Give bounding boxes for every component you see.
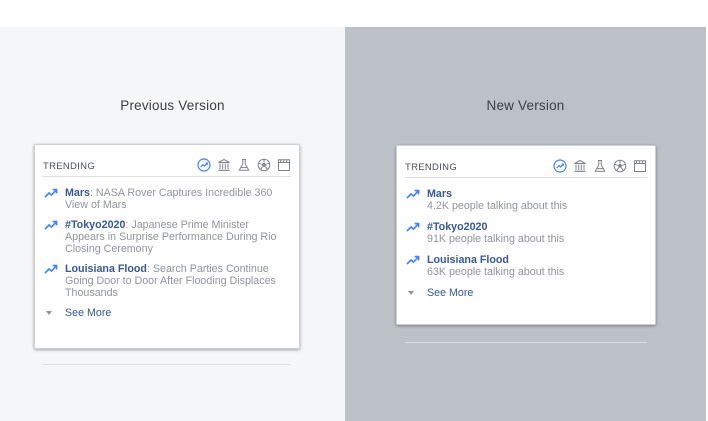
- entertainment-icon[interactable]: [276, 157, 291, 172]
- new-version-title: New Version: [486, 98, 565, 113]
- trending-arrow-icon: [44, 188, 58, 198]
- trending-headline: : NASA Rover Captures Incredible 360 Vie…: [65, 187, 273, 211]
- trending-label: TRENDING: [405, 162, 458, 173]
- trending-icon[interactable]: [196, 157, 211, 172]
- see-more-label: See More: [427, 287, 474, 299]
- card-divider: [43, 364, 291, 365]
- trending-card-previous: TRENDING Mars: NASA Rover Captures Incre…: [34, 144, 300, 365]
- science-icon[interactable]: [236, 157, 251, 172]
- trending-card-new: TRENDING Mars 4.2K people talking about …: [396, 145, 656, 343]
- see-more-label: See More: [65, 307, 112, 319]
- trending-topic-link[interactable]: #Tokyo2020: [65, 219, 125, 231]
- chevron-down-icon: [408, 291, 414, 295]
- trending-count: 91K people talking about this: [427, 233, 565, 245]
- previous-version-title: Previous Version: [120, 98, 225, 113]
- sports-icon[interactable]: [256, 157, 271, 172]
- trending-count: 4.2K people talking about this: [427, 200, 568, 212]
- trending-item[interactable]: #Tokyo2020: Japanese Prime Minister Appe…: [43, 219, 291, 255]
- see-more-link[interactable]: See More: [405, 287, 647, 299]
- trending-list: Mars: NASA Rover Captures Incredible 360…: [43, 187, 291, 319]
- trending-item[interactable]: Mars: NASA Rover Captures Incredible 360…: [43, 187, 291, 211]
- science-icon[interactable]: [592, 158, 607, 173]
- trending-label: TRENDING: [43, 161, 96, 172]
- see-more-link[interactable]: See More: [43, 307, 291, 319]
- trending-count: 63K people talking about this: [427, 266, 565, 278]
- sports-icon[interactable]: [612, 158, 627, 173]
- trending-list: Mars 4.2K people talking about this #Tok…: [405, 188, 647, 299]
- trending-topic-link[interactable]: Louisiana Flood: [427, 254, 509, 266]
- trending-item[interactable]: Mars 4.2K people talking about this: [405, 188, 647, 212]
- trending-arrow-icon: [406, 189, 420, 199]
- trending-topic-link[interactable]: Mars: [65, 187, 90, 199]
- trending-topic-link[interactable]: Louisiana Flood: [65, 263, 147, 275]
- chevron-down-icon: [46, 311, 52, 315]
- comparison-stage: Previous Version New Version TRENDING Ma…: [0, 27, 706, 421]
- trending-arrow-icon: [406, 255, 420, 265]
- category-tabs: [196, 157, 291, 172]
- card-divider: [405, 342, 647, 343]
- trending-header: TRENDING: [405, 156, 647, 178]
- trending-arrow-icon: [44, 220, 58, 230]
- trending-topic-link[interactable]: #Tokyo2020: [427, 221, 487, 233]
- trending-topic-link[interactable]: Mars: [427, 188, 452, 200]
- politics-icon[interactable]: [572, 158, 587, 173]
- trending-item[interactable]: Louisiana Flood 63K people talking about…: [405, 254, 647, 278]
- politics-icon[interactable]: [216, 157, 231, 172]
- trending-item[interactable]: #Tokyo2020 91K people talking about this: [405, 221, 647, 245]
- trending-arrow-icon: [406, 222, 420, 232]
- trending-arrow-icon: [44, 264, 58, 274]
- entertainment-icon[interactable]: [632, 158, 647, 173]
- trending-icon[interactable]: [552, 158, 567, 173]
- trending-header: TRENDING: [43, 155, 291, 177]
- trending-item[interactable]: Louisiana Flood: Search Parties Continue…: [43, 263, 291, 299]
- category-tabs: [552, 158, 647, 173]
